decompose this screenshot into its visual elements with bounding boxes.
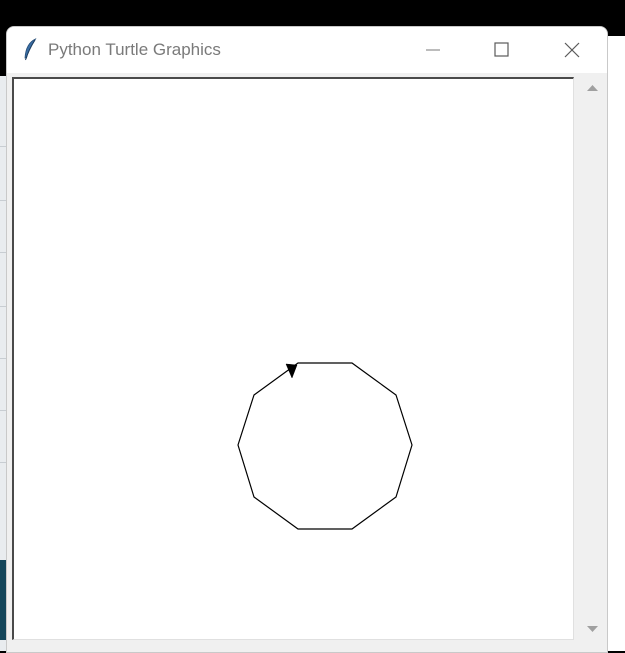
scroll-up-button[interactable] bbox=[582, 77, 603, 97]
decagon-drawing bbox=[237, 362, 413, 530]
vertical-scrollbar[interactable] bbox=[582, 73, 603, 652]
turtle-window: Python Turtle Graphics bbox=[6, 26, 608, 653]
close-button[interactable] bbox=[542, 27, 600, 73]
scroll-up-icon bbox=[587, 85, 598, 91]
minimize-button[interactable] bbox=[404, 27, 462, 73]
maximize-button[interactable] bbox=[472, 27, 530, 73]
background-area bbox=[607, 36, 625, 651]
feather-icon bbox=[23, 38, 37, 62]
scroll-down-icon bbox=[587, 626, 598, 632]
maximize-icon bbox=[494, 42, 509, 57]
window-title: Python Turtle Graphics bbox=[48, 40, 221, 59]
minimize-icon bbox=[426, 49, 440, 51]
turtle-canvas[interactable] bbox=[12, 77, 574, 640]
scroll-track[interactable] bbox=[582, 99, 603, 617]
close-icon bbox=[564, 42, 580, 58]
title-bar[interactable]: Python Turtle Graphics bbox=[7, 27, 607, 73]
scroll-down-button[interactable] bbox=[582, 620, 603, 640]
window-content bbox=[7, 73, 607, 652]
